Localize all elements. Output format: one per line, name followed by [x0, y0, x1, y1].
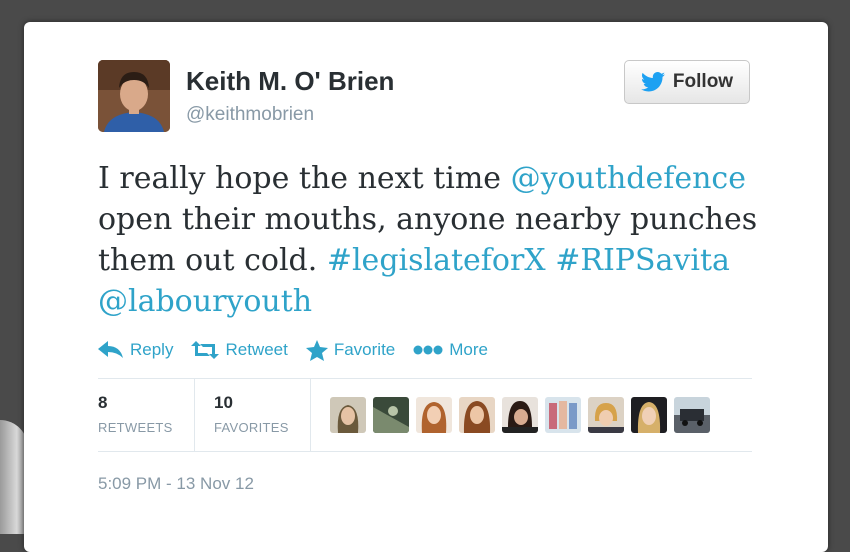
hashtag-ripsavita-link[interactable]: #RIPSavita — [555, 243, 730, 278]
more-dots-icon — [413, 345, 443, 355]
favoriter-avatar[interactable] — [416, 397, 452, 433]
tweet-stats: 8 RETWEETS 10 FAVORITES — [98, 379, 752, 451]
tweet-actions: Reply Retweet Favorite More — [98, 336, 506, 364]
favorite-action[interactable]: Favorite — [305, 339, 396, 361]
favoriter-avatar[interactable] — [459, 397, 495, 433]
favoriter-avatar[interactable] — [588, 397, 624, 433]
star-icon — [305, 339, 328, 361]
follow-button-label: Follow — [672, 71, 734, 92]
stats-divider-bottom — [98, 451, 752, 452]
favoriter-avatar[interactable] — [330, 397, 366, 433]
favorites-label: FAVORITES — [214, 420, 289, 435]
follow-button[interactable]: Follow — [624, 60, 750, 104]
twitter-bird-icon — [640, 72, 665, 92]
tweet-text: I really hope the next time @youthdefenc… — [98, 158, 758, 322]
tweet-timestamp[interactable]: 5:09 PM - 13 Nov 12 — [98, 474, 254, 494]
hashtag-legislateforx-link[interactable]: #legislateforX — [327, 243, 546, 278]
retweet-label: Retweet — [225, 340, 288, 359]
favoriter-avatar[interactable] — [674, 397, 710, 433]
reply-icon — [98, 341, 123, 358]
reply-action[interactable]: Reply — [98, 340, 173, 360]
favoriter-avatar[interactable] — [502, 397, 538, 433]
retweet-icon — [191, 341, 220, 359]
user-handle[interactable]: @keithmobrien — [186, 104, 314, 126]
more-action[interactable]: More — [413, 340, 488, 360]
stats-separator — [194, 379, 195, 451]
tweet-card: Keith M. O' Brien @keithmobrien Follow I… — [24, 22, 828, 552]
retweet-action[interactable]: Retweet — [191, 340, 288, 360]
mention-labouryouth-link[interactable]: @labouryouth — [98, 284, 312, 319]
tweet-text-segment: I really hope the next time — [98, 161, 511, 196]
favoriters-avatar-list — [330, 397, 710, 433]
favorite-label: Favorite — [333, 340, 396, 359]
retweets-label: RETWEETS — [98, 420, 173, 435]
mention-youthdefence-link[interactable]: @youthdefence — [511, 161, 746, 196]
user-display-name[interactable]: Keith M. O' Brien — [186, 66, 394, 97]
retweets-count: 8 — [98, 393, 108, 412]
favoriter-avatar[interactable] — [545, 397, 581, 433]
user-avatar[interactable] — [98, 60, 170, 132]
more-label: More — [449, 340, 488, 359]
favoriter-avatar[interactable] — [631, 397, 667, 433]
stats-separator — [310, 379, 311, 451]
reply-label: Reply — [130, 340, 174, 359]
favoriter-avatar[interactable] — [373, 397, 409, 433]
favorites-count: 10 — [214, 393, 233, 412]
